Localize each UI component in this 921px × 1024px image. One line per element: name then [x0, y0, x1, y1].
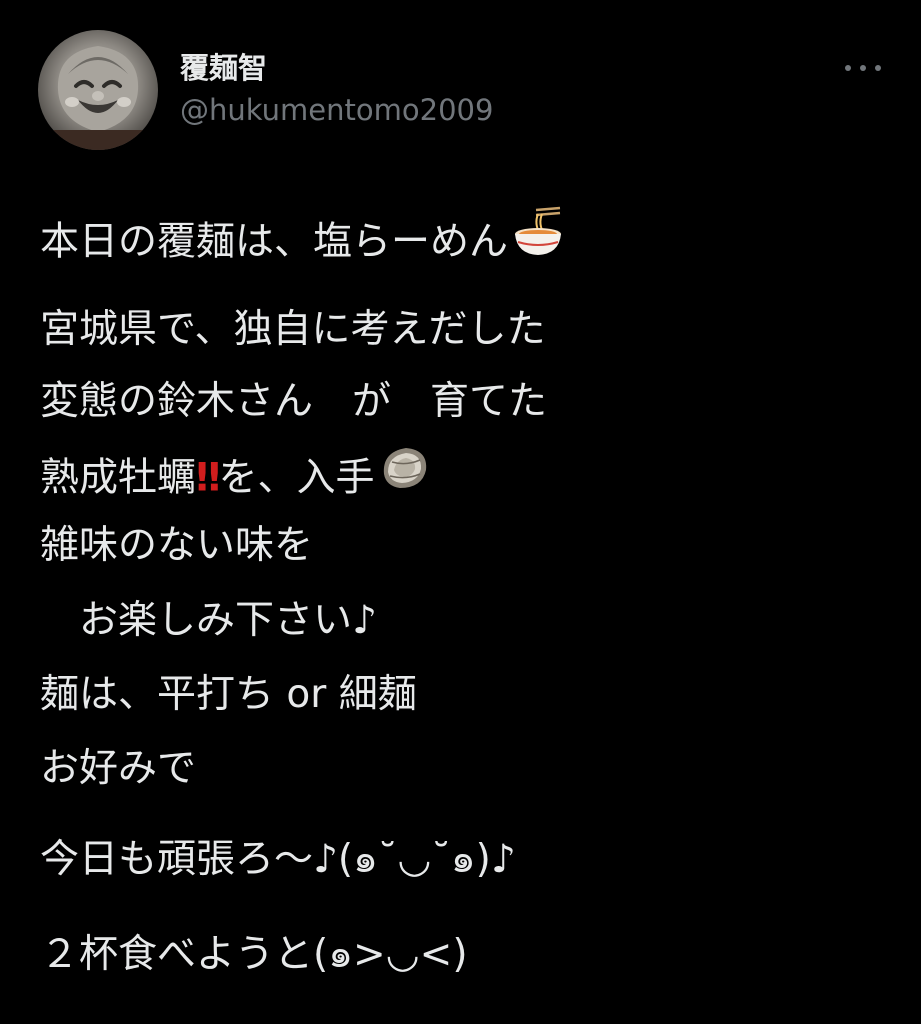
- tweet-line: 本日の覆麺は、塩らーめん: [40, 206, 564, 266]
- user-handle[interactable]: @hukumentomo2009: [180, 92, 493, 128]
- tweet-line: 雑味のない味を: [40, 523, 314, 568]
- more-dot: [860, 65, 866, 71]
- laughing-buddha-statue-icon: [38, 46, 158, 150]
- avatar[interactable]: [38, 30, 158, 150]
- tweet-card: 覆麺智 @hukumentomo2009 本日の覆麺は、塩らーめん 宮城県で、独…: [0, 0, 921, 1024]
- tweet-line: お楽しみ下さい♪: [40, 598, 377, 643]
- tweet-line: ２杯食べようと(๑>◡<): [40, 932, 468, 977]
- more-dot: [845, 65, 851, 71]
- tweet-line-text: 本日の覆麺は、塩らーめん: [40, 219, 509, 265]
- tweet-line: 変態の鈴木さん が 育てた: [40, 379, 548, 424]
- tweet-line: 麺は、平打ち or 細麺: [40, 672, 417, 717]
- tweet-line-text: を、入手: [218, 455, 375, 501]
- tweet-line: お好みで: [40, 746, 197, 791]
- tweet-line: 熟成牡蠣‼を、入手: [40, 446, 430, 502]
- double-exclamation-icon: ‼: [196, 455, 220, 501]
- tweet-line-text: 熟成牡蠣: [40, 455, 197, 501]
- more-dot: [875, 65, 881, 71]
- display-name[interactable]: 覆麺智: [180, 50, 267, 86]
- more-options-icon[interactable]: [845, 56, 881, 80]
- ramen-bowl-icon: [512, 206, 564, 274]
- tweet-line: 今日も頑張ろ〜♪(๑˘◡˘๑)♪: [40, 837, 516, 882]
- tweet-line: 宮城県で、独自に考えだした: [40, 307, 546, 352]
- oyster-icon: [378, 442, 430, 510]
